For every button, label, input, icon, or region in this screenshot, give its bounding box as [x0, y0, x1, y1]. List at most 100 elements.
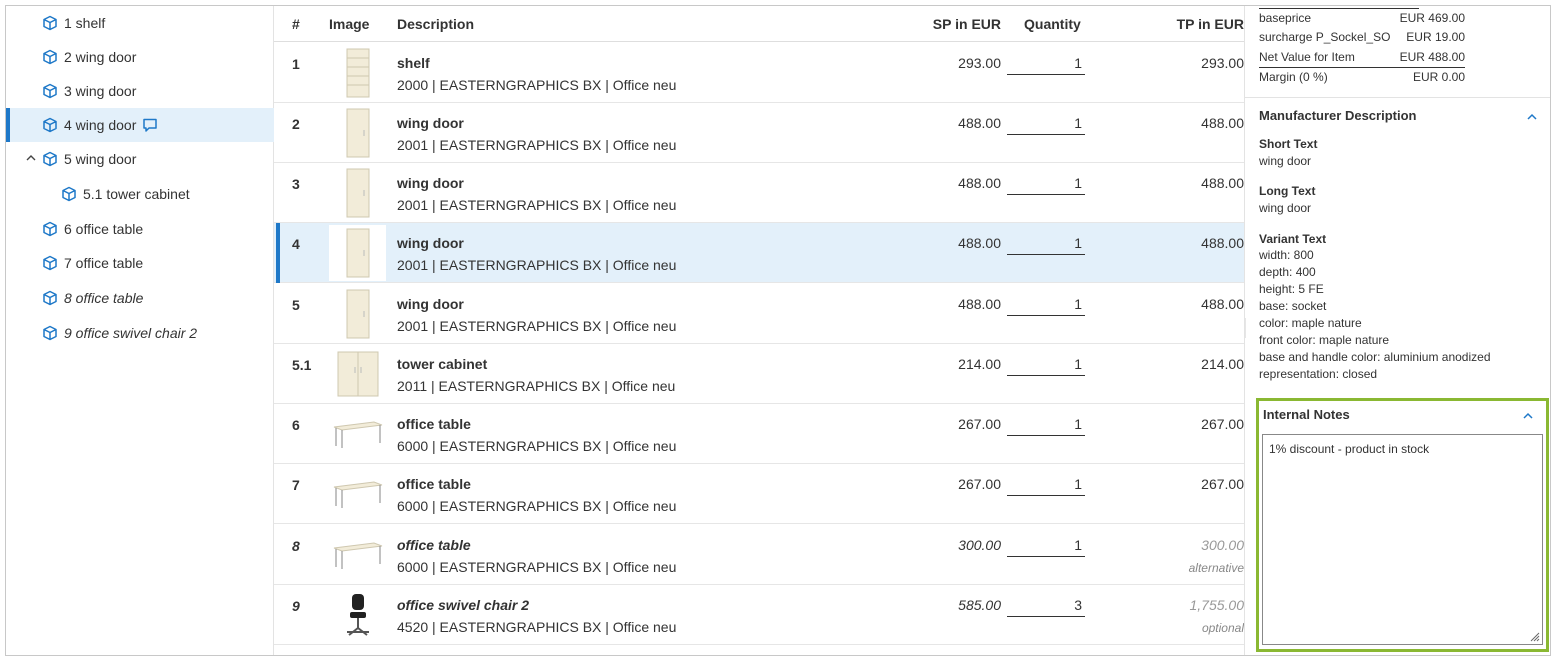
- price-divider: [1259, 67, 1465, 68]
- price-row: Net Value for Item EUR 488.00: [1259, 50, 1465, 64]
- chevron-up-icon[interactable]: [1522, 411, 1534, 421]
- internal-notes-title[interactable]: Internal Notes: [1263, 407, 1350, 422]
- row-tp: 488.00: [1201, 235, 1244, 251]
- row-subtitle: 2011 | EASTERNGRAPHICS BX | Office neu: [397, 378, 676, 394]
- internal-notes-text: 1% discount - product in stock: [1269, 442, 1430, 456]
- row-title: wing door: [397, 296, 464, 312]
- variant-line: representation: closed: [1259, 367, 1378, 381]
- tree-item-7[interactable]: 7 office table: [6, 246, 274, 280]
- table-row[interactable]: 1 shelf 2000 | EASTERNGRAPHICS BX | Offi…: [274, 43, 1244, 103]
- manufacturer-description-title[interactable]: Manufacturer Description: [1259, 108, 1416, 123]
- row-number: 8: [292, 538, 300, 554]
- quantity-input[interactable]: 1: [1007, 175, 1085, 195]
- quantity-input[interactable]: 1: [1007, 416, 1085, 436]
- row-tp: 488.00: [1201, 175, 1244, 191]
- row-number: 5: [292, 297, 300, 313]
- tree-item-label: 5.1 tower cabinet: [83, 186, 190, 202]
- variant-text-label: Variant Text: [1259, 232, 1327, 246]
- cube-icon: [43, 117, 57, 133]
- quantity-input[interactable]: 1: [1007, 296, 1085, 316]
- variant-line: base: socket: [1259, 299, 1327, 313]
- cube-icon: [43, 151, 57, 167]
- column-header-description[interactable]: Description: [397, 16, 474, 32]
- price-divider: [1259, 8, 1419, 9]
- long-text-label: Long Text: [1259, 184, 1316, 198]
- column-header-sp[interactable]: SP in EUR: [933, 16, 1001, 32]
- row-subtitle: 2001 | EASTERNGRAPHICS BX | Office neu: [397, 318, 677, 334]
- comment-icon[interactable]: [142, 117, 158, 133]
- table-row[interactable]: 6 office table 6000 | EASTERNGRAPHICS BX…: [274, 404, 1244, 464]
- row-title: wing door: [397, 115, 464, 131]
- price-label: surcharge P_Sockel_SO: [1259, 30, 1391, 44]
- details-panel: baseprice EUR 469.00 surcharge P_Sockel_…: [1244, 6, 1550, 655]
- chevron-up-icon[interactable]: [24, 151, 38, 165]
- row-subtitle: 6000 | EASTERNGRAPHICS BX | Office neu: [397, 498, 677, 514]
- tree-item-1[interactable]: 1 shelf: [6, 6, 274, 40]
- variant-line: front color: maple nature: [1259, 333, 1390, 347]
- cube-icon: [62, 186, 76, 202]
- tree-item-8[interactable]: 8 office table: [6, 281, 274, 315]
- resize-grip-icon[interactable]: [1528, 630, 1540, 642]
- row-sp: 214.00: [958, 356, 1001, 372]
- table-row-selected[interactable]: 4 wing door 2001 | EASTERNGRAPHICS BX | …: [274, 223, 1244, 283]
- product-image-wing-door: [329, 105, 386, 161]
- cube-icon: [43, 290, 57, 306]
- quantity-input[interactable]: 1: [1007, 235, 1085, 255]
- row-number: 3: [292, 176, 300, 192]
- quantity-input[interactable]: 1: [1007, 537, 1085, 557]
- quantity-input[interactable]: 1: [1007, 55, 1085, 75]
- price-label: Net Value for Item: [1259, 50, 1355, 64]
- tree-item-3[interactable]: 3 wing door: [6, 74, 274, 108]
- variant-line: base and handle color: aluminium anodize…: [1259, 350, 1491, 364]
- internal-notes-textarea[interactable]: 1% discount - product in stock: [1262, 434, 1543, 645]
- quantity-input[interactable]: 3: [1007, 597, 1085, 617]
- table-row[interactable]: 9 office swivel chair 2 4520 | EASTERNGR…: [274, 585, 1244, 645]
- table-row[interactable]: 5.1 tower cabinet 2011 | EASTERNGRAPHICS…: [274, 344, 1244, 404]
- row-tp: 267.00: [1201, 476, 1244, 492]
- quantity-input[interactable]: 1: [1007, 476, 1085, 496]
- row-number: 5.1: [292, 357, 312, 373]
- row-tp: 488.00: [1201, 115, 1244, 131]
- table-row[interactable]: 3 wing door 2001 | EASTERNGRAPHICS BX | …: [274, 163, 1244, 223]
- tree-item-label: 9 office swivel chair 2: [64, 325, 198, 341]
- product-image-wing-door: [329, 286, 386, 342]
- quantity-input[interactable]: 1: [1007, 115, 1085, 135]
- short-text-label: Short Text: [1259, 137, 1318, 151]
- tree-item-6[interactable]: 6 office table: [6, 212, 274, 246]
- row-title: office table: [397, 476, 471, 492]
- tree-item-5[interactable]: 5 wing door: [6, 142, 274, 176]
- row-title: office table: [397, 416, 471, 432]
- chevron-up-icon[interactable]: [1526, 112, 1538, 122]
- tree-item-5-1[interactable]: 5.1 tower cabinet: [6, 177, 274, 211]
- variant-line: depth: 400: [1259, 265, 1316, 279]
- price-row: surcharge P_Sockel_SO EUR 19.00: [1259, 30, 1465, 44]
- section-divider: [1245, 97, 1550, 98]
- quantity-input[interactable]: 1: [1007, 356, 1085, 376]
- row-sp: 300.00: [958, 537, 1001, 553]
- table-row[interactable]: 5 wing door 2001 | EASTERNGRAPHICS BX | …: [274, 284, 1244, 344]
- cube-icon: [43, 221, 57, 237]
- column-header-quantity[interactable]: Quantity: [1024, 16, 1081, 32]
- tree-item-label: 1 shelf: [64, 15, 106, 31]
- table-row[interactable]: 7 office table 6000 | EASTERNGRAPHICS BX…: [274, 464, 1244, 524]
- table-row[interactable]: 8 office table 6000 | EASTERNGRAPHICS BX…: [274, 525, 1244, 585]
- product-image-tower-cabinet: [329, 346, 386, 402]
- row-sp: 293.00: [958, 55, 1001, 71]
- row-subtitle: 2001 | EASTERNGRAPHICS BX | Office neu: [397, 197, 677, 213]
- tree-item-2[interactable]: 2 wing door: [6, 40, 274, 74]
- row-number: 1: [292, 56, 300, 72]
- row-sp: 488.00: [958, 115, 1001, 131]
- tree-item-9[interactable]: 9 office swivel chair 2: [6, 316, 274, 350]
- price-label: baseprice: [1259, 11, 1312, 25]
- row-number: 7: [292, 477, 300, 493]
- price-label: Margin (0 %): [1259, 70, 1328, 84]
- column-header-image[interactable]: Image: [329, 16, 369, 32]
- row-tp: 214.00: [1201, 356, 1244, 372]
- row-number: 9: [292, 598, 300, 614]
- column-header-number[interactable]: #: [292, 16, 300, 32]
- variant-line: color: maple nature: [1259, 316, 1362, 330]
- tree-item-label: 4 wing door: [64, 117, 137, 133]
- tree-item-4[interactable]: 4 wing door: [6, 108, 274, 142]
- table-row[interactable]: 2 wing door 2001 | EASTERNGRAPHICS BX | …: [274, 103, 1244, 163]
- column-header-tp[interactable]: TP in EUR: [1177, 16, 1244, 32]
